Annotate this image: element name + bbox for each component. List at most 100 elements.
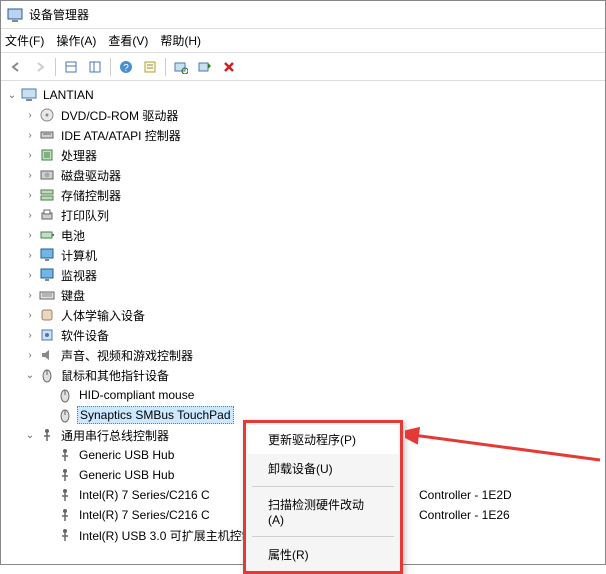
toolbar-btn-1[interactable]: [60, 56, 82, 78]
expander-icon[interactable]: ›: [23, 230, 37, 241]
expander-icon[interactable]: ›: [23, 170, 37, 181]
expander-icon[interactable]: ⌄: [23, 430, 37, 441]
tree-category-hid[interactable]: › 人体学输入设备: [1, 305, 605, 325]
tree-category-label: 处理器: [59, 146, 99, 165]
tree-device-label: Intel(R) 7 Series/C216 C: [77, 507, 212, 523]
audio-icon: [39, 347, 55, 363]
tree-category-label: 计算机: [59, 246, 99, 265]
tree-root[interactable]: ⌄ LANTIAN: [1, 85, 605, 105]
usb-icon: [57, 507, 73, 523]
mouse-icon: [39, 367, 55, 383]
tree-category-label: 软件设备: [59, 326, 111, 345]
tree-category-label: 声音、视频和游戏控制器: [59, 346, 195, 365]
tree-category-ide[interactable]: › IDE ATA/ATAPI 控制器: [1, 125, 605, 145]
tree-category-label: 人体学输入设备: [59, 306, 147, 325]
tree-category-label: DVD/CD-ROM 驱动器: [59, 106, 180, 125]
tree-root-label: LANTIAN: [41, 87, 96, 103]
tree-category-dvd[interactable]: › DVD/CD-ROM 驱动器: [1, 105, 605, 125]
toolbar-btn-2[interactable]: [84, 56, 106, 78]
expander-icon[interactable]: ›: [23, 150, 37, 161]
storage-icon: [39, 187, 55, 203]
expander-icon[interactable]: ›: [23, 190, 37, 201]
tree-category-mouse[interactable]: ⌄ 鼠标和其他指针设备: [1, 365, 605, 385]
usb-icon: [39, 427, 55, 443]
tree-category-software[interactable]: › 软件设备: [1, 325, 605, 345]
app-icon: [7, 7, 23, 23]
ctx-separator: [252, 536, 394, 537]
expander-icon[interactable]: ›: [23, 130, 37, 141]
expander-icon[interactable]: ›: [23, 210, 37, 221]
tree-category-label: 磁盘驱动器: [59, 166, 123, 185]
back-button[interactable]: [5, 56, 27, 78]
tree-category-label: 鼠标和其他指针设备: [59, 366, 171, 385]
computer-icon: [21, 87, 37, 103]
menu-file[interactable]: 文件(F): [5, 32, 44, 49]
properties-button[interactable]: [139, 56, 161, 78]
menu-view[interactable]: 查看(V): [108, 32, 148, 49]
tree-category-keyboard[interactable]: › 键盘: [1, 285, 605, 305]
forward-button[interactable]: [29, 56, 51, 78]
usb-icon: [57, 487, 73, 503]
tree-device-label-right: Controller - 1E26: [419, 508, 510, 522]
tree-category-cpu[interactable]: › 处理器: [1, 145, 605, 165]
update-driver-button[interactable]: [194, 56, 216, 78]
cpu-icon: [39, 147, 55, 163]
scan-hardware-button[interactable]: [170, 56, 192, 78]
tree-category-monitor[interactable]: › 监视器: [1, 265, 605, 285]
tree-category-label: 键盘: [59, 286, 87, 305]
toolbar: ?: [1, 53, 605, 81]
tree-category-label: 存储控制器: [59, 186, 123, 205]
tree-category-audio[interactable]: › 声音、视频和游戏控制器: [1, 345, 605, 365]
tree-category-label: 通用串行总线控制器: [59, 426, 171, 445]
expander-icon[interactable]: ›: [23, 270, 37, 281]
mouse-icon: [57, 407, 73, 423]
software-icon: [39, 327, 55, 343]
disc-icon: [39, 107, 55, 123]
printer-icon: [39, 207, 55, 223]
tree-device-label: Generic USB Hub: [77, 467, 176, 483]
ctx-update-driver[interactable]: 更新驱动程序(P): [248, 425, 398, 454]
ctx-scan[interactable]: 扫描检测硬件改动(A): [248, 490, 398, 533]
tree-category-label: 电池: [59, 226, 87, 245]
tree-category-computer[interactable]: › 计算机: [1, 245, 605, 265]
battery-icon: [39, 227, 55, 243]
tree-device-label: Intel(R) 7 Series/C216 C: [77, 487, 212, 503]
expander-icon[interactable]: ›: [23, 250, 37, 261]
uninstall-button[interactable]: [218, 56, 240, 78]
window-title: 设备管理器: [29, 6, 89, 23]
expander-icon[interactable]: ›: [23, 310, 37, 321]
disk-icon: [39, 167, 55, 183]
monitor-icon: [39, 267, 55, 283]
expander-icon[interactable]: ›: [23, 110, 37, 121]
tree-category-battery[interactable]: › 电池: [1, 225, 605, 245]
expander-icon[interactable]: ›: [23, 350, 37, 361]
svg-text:?: ?: [123, 63, 129, 74]
expander-icon[interactable]: ›: [23, 290, 37, 301]
usb-icon: [57, 467, 73, 483]
keyboard-icon: [39, 287, 55, 303]
help-button[interactable]: ?: [115, 56, 137, 78]
context-menu: 更新驱动程序(P) 卸载设备(U) 扫描检测硬件改动(A) 属性(R): [243, 420, 403, 574]
tree-device-label: Generic USB Hub: [77, 447, 176, 463]
tree-device[interactable]: HID-compliant mouse: [1, 385, 605, 405]
ctx-uninstall[interactable]: 卸载设备(U): [248, 454, 398, 483]
tree-category-label: 打印队列: [59, 206, 111, 225]
tree-category-disk[interactable]: › 磁盘驱动器: [1, 165, 605, 185]
tree-category-label: 监视器: [59, 266, 99, 285]
menu-help[interactable]: 帮助(H): [160, 32, 201, 49]
usb-icon: [57, 527, 73, 543]
menu-action[interactable]: 操作(A): [56, 32, 96, 49]
expander-icon[interactable]: ›: [23, 330, 37, 341]
ide-icon: [39, 127, 55, 143]
titlebar: 设备管理器: [1, 1, 605, 29]
tree-device-label-right: Controller - 1E2D: [419, 488, 512, 502]
expander-icon[interactable]: ⌄: [5, 90, 19, 101]
tree-category-storage[interactable]: › 存储控制器: [1, 185, 605, 205]
tree-category-printq[interactable]: › 打印队列: [1, 205, 605, 225]
tree-device-label: Synaptics SMBus TouchPad: [77, 406, 234, 424]
monitor-icon: [39, 247, 55, 263]
hid-icon: [39, 307, 55, 323]
menubar: 文件(F) 操作(A) 查看(V) 帮助(H): [1, 29, 605, 53]
tree-category-label: IDE ATA/ATAPI 控制器: [59, 126, 183, 145]
expander-icon[interactable]: ⌄: [23, 370, 37, 381]
